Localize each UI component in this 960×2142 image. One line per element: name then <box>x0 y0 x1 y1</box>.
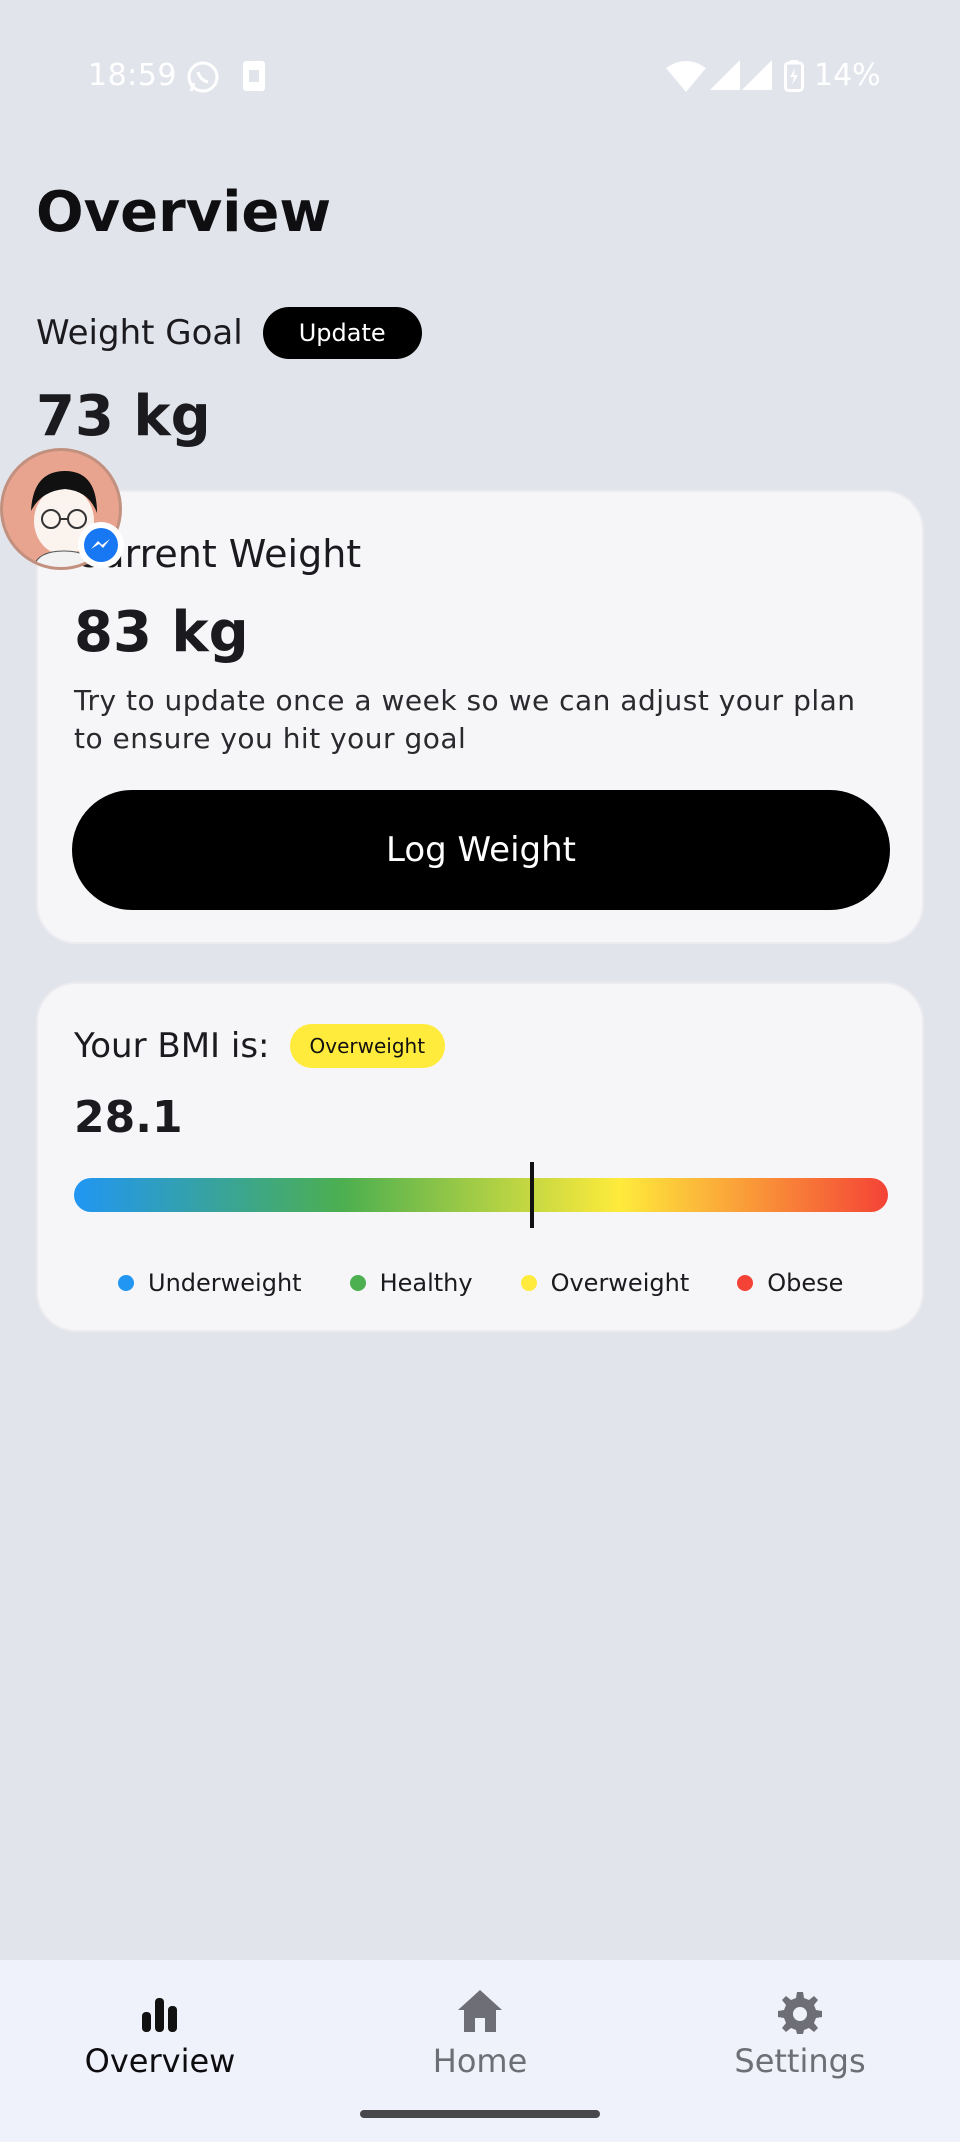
update-goal-button[interactable]: Update <box>262 307 422 359</box>
messenger-icon <box>78 522 124 568</box>
weight-goal-value: 73 kg <box>36 384 211 449</box>
legend-item-obese: Obese <box>737 1269 843 1297</box>
weight-goal-row: Weight Goal Update <box>36 306 422 360</box>
current-weight-value: 83 kg <box>74 600 249 665</box>
nav-home[interactable]: Home <box>320 1980 640 2090</box>
weight-goal-label: Weight Goal <box>36 313 243 353</box>
legend-dot-obese <box>737 1275 754 1291</box>
home-icon <box>456 1980 504 2034</box>
update-hint: Try to update once a week so we can adju… <box>74 684 856 755</box>
legend-dot-overweight <box>520 1275 537 1291</box>
legend-item-overweight: Overweight <box>520 1269 690 1297</box>
log-weight-button[interactable]: Log Weight <box>72 790 890 910</box>
home-indicator[interactable] <box>360 2110 600 2118</box>
bmi-card: Your BMI is: Overweight 28.1 Underweight… <box>36 982 924 1332</box>
bmi-marker <box>529 1162 534 1228</box>
bmi-value: 28.1 <box>74 1092 183 1143</box>
legend-label: Obese <box>767 1269 844 1297</box>
bar-chart-icon <box>140 1980 180 2034</box>
status-bar: 18:59 14% <box>0 0 960 150</box>
legend-label: Underweight <box>148 1269 302 1297</box>
bmi-label: Your BMI is: <box>74 1026 270 1066</box>
current-weight-card: Current Weight 83 kg Try to update once … <box>36 490 924 944</box>
wifi-icon <box>666 60 706 96</box>
nav-settings[interactable]: Settings <box>640 1980 960 2090</box>
whatsapp-icon <box>186 60 220 98</box>
nav-label-settings: Settings <box>734 2042 866 2080</box>
messenger-chat-head[interactable] <box>0 448 124 572</box>
signal-icon <box>710 60 740 94</box>
legend-item-underweight: Underweight <box>118 1269 302 1297</box>
nav-label-overview: Overview <box>84 2042 236 2080</box>
bmi-scale-bar <box>74 1162 888 1228</box>
nav-overview[interactable]: Overview <box>0 1980 320 2090</box>
page-title: Overview <box>36 180 332 245</box>
legend-item-healthy: Healthy <box>349 1269 473 1297</box>
legend-dot-healthy <box>349 1275 366 1291</box>
legend-label: Overweight <box>550 1269 690 1297</box>
status-time: 18:59 <box>88 58 177 93</box>
bmi-category-badge: Overweight <box>289 1024 446 1068</box>
sim-icon <box>242 60 266 96</box>
legend-label: Healthy <box>379 1269 473 1297</box>
gear-icon <box>778 1980 822 2034</box>
battery-percent: 14% <box>814 58 881 93</box>
bmi-legend: Underweight Healthy Overweight Obese <box>118 1266 843 1300</box>
bmi-row: Your BMI is: Overweight <box>74 1022 446 1070</box>
signal-icon <box>742 60 772 94</box>
nav-label-home: Home <box>432 2042 528 2080</box>
legend-dot-underweight <box>118 1275 134 1291</box>
battery-charging-icon <box>784 60 804 96</box>
